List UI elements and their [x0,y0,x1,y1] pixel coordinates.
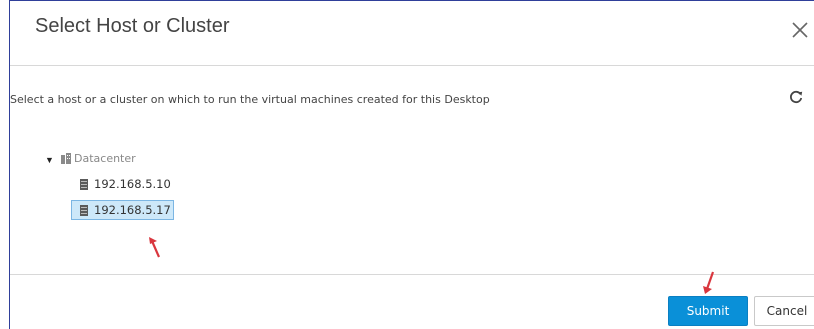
tree-node-label: 192.168.5.10 [94,177,171,191]
tree-node-datacenter[interactable]: Datacenter [74,152,136,165]
close-icon[interactable] [789,19,811,41]
annotation-arrow-icon [703,271,715,294]
server-icon [80,204,88,216]
footer-divider [10,274,814,275]
dialog-description: Select a host or a cluster on which to r… [10,93,490,106]
tree-node-label: 192.168.5.17 [94,203,171,217]
select-host-dialog: Select Host or Cluster Select a host or … [9,0,814,329]
page-margin [0,0,9,329]
dialog-title: Select Host or Cluster [35,15,230,37]
annotation-arrow-icon [149,237,161,258]
tree-node-host-selected[interactable]: 192.168.5.17 [71,200,174,220]
submit-button[interactable]: Submit [668,296,748,326]
server-icon [80,178,88,190]
tree-node-host[interactable]: 192.168.5.10 [80,174,190,194]
cancel-button[interactable]: Cancel [754,296,814,326]
refresh-icon[interactable] [788,89,804,105]
expand-caret-icon[interactable]: ▼ [45,155,54,165]
header-divider [10,65,814,66]
datacenter-icon [61,153,71,164]
